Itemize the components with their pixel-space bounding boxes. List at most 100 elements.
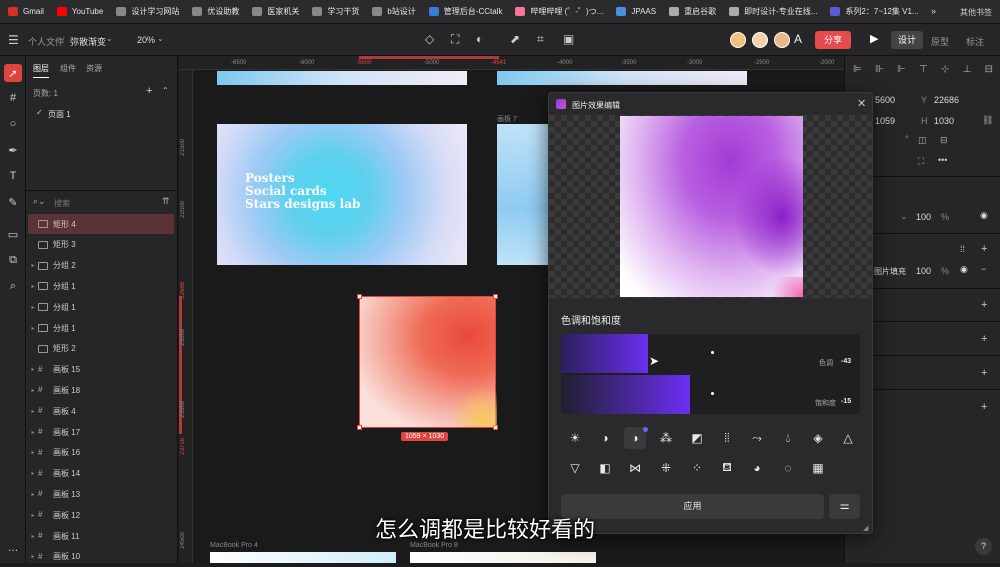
more-options-icon[interactable]: ••• [938, 155, 947, 165]
expand-icon[interactable]: ▸ [28, 449, 38, 456]
align-middle-icon[interactable]: ⊹ [941, 64, 949, 75]
align-center-icon[interactable]: ⊪ [875, 64, 884, 75]
pencil-tool-icon[interactable]: ✎ [4, 193, 22, 211]
component-icon[interactable]: ◇ [425, 32, 434, 46]
flip-h-icon[interactable]: ◫ [918, 135, 927, 146]
visibility-icon[interactable]: ◉ [980, 210, 988, 221]
share-button[interactable]: 分享 [815, 31, 851, 49]
color-mix-icon[interactable]: ⁂ [655, 427, 677, 449]
collapse-all-icon[interactable]: ⇈ [162, 196, 170, 207]
artboard-label[interactable]: MacBook Pro 4 [210, 542, 258, 549]
saturation-handle[interactable] [711, 392, 714, 395]
page-item[interactable]: 页面 1 [48, 109, 71, 120]
expand-icon[interactable]: ▸ [28, 325, 38, 332]
bookmark-item[interactable]: 学习干货 [312, 6, 359, 17]
hue-slider-fill[interactable] [561, 334, 648, 373]
align-bottom-icon[interactable]: ⊥ [963, 64, 972, 75]
align-right-icon[interactable]: ⊩ [897, 64, 906, 75]
poster-artboard[interactable]: Posters Social cards Stars designs lab [217, 124, 467, 265]
opacity-chevron-icon[interactable]: ⌄ [900, 211, 908, 222]
saturation-slider-fill[interactable] [561, 375, 690, 414]
tab-prototype[interactable]: 原型 [931, 35, 949, 48]
h-value[interactable]: 1030 [934, 116, 954, 126]
exposure-icon[interactable]: ◩ [686, 427, 708, 449]
zoom-level[interactable]: 20% [137, 35, 155, 45]
menu-icon[interactable]: ☰ [8, 33, 19, 47]
add-page-icon[interactable]: + [146, 85, 152, 97]
bookmark-item[interactable]: 设计学习网站 [116, 6, 179, 17]
resize-grip-icon[interactable]: ◢ [863, 524, 868, 532]
invert-triangle-icon[interactable]: ▽ [564, 457, 586, 479]
bookmark-item[interactable]: 医家机关 [252, 6, 299, 17]
settings-sliders-icon[interactable]: ⚌ [829, 494, 860, 519]
align-left-icon[interactable]: ⊫ [853, 64, 862, 75]
more-icon[interactable]: … [4, 539, 22, 557]
layer-item[interactable]: ▸ # 画板 17 [28, 422, 174, 442]
rotation-icon[interactable]: ° [905, 134, 909, 144]
add-effect-icon[interactable]: + [981, 333, 987, 345]
lines-icon[interactable]: ⦙⦙ [716, 427, 738, 449]
image-icon[interactable]: ▣ [563, 32, 574, 46]
bookmark-item[interactable]: Gmail [8, 7, 44, 16]
threshold-icon[interactable]: ◧ [594, 457, 616, 479]
bookmark-item[interactable]: JPAAS [616, 7, 656, 16]
hue-handle[interactable] [711, 351, 714, 354]
apply-button[interactable]: 应用 [561, 494, 824, 519]
expand-icon[interactable]: ▸ [28, 470, 38, 477]
drop-icon[interactable]: 💧︎ [777, 427, 799, 449]
expand-icon[interactable]: ▸ [28, 512, 38, 519]
layer-item[interactable]: ▸ # 画板 12 [28, 505, 174, 525]
mosaic-icon[interactable]: ▦ [807, 457, 829, 479]
layer-item[interactable]: 矩形 4 [28, 214, 174, 234]
layer-item[interactable]: ▸ # 画板 16 [28, 443, 174, 463]
breadcrumb-root[interactable]: 个人文件 [28, 35, 64, 48]
tab-assets[interactable]: 资源 [86, 63, 102, 74]
add-icon[interactable]: + [981, 401, 987, 413]
x-value[interactable]: 5600 [875, 95, 895, 105]
fill-visibility-icon[interactable]: ◉ [960, 264, 968, 275]
artboard-mac4[interactable] [210, 552, 396, 563]
fill-opacity[interactable]: 100 [916, 266, 931, 276]
layer-item[interactable]: ▸ # 画板 10 [28, 547, 174, 567]
bookmark-item[interactable]: 系列2：7~12集 V1... [830, 6, 919, 17]
bookmark-item[interactable]: 即时设计-专业在线... [729, 6, 817, 17]
tab-annotate[interactable]: 标注 [966, 35, 984, 48]
layer-item[interactable]: ▸ 分组 2 [28, 256, 174, 276]
add-fill-icon[interactable]: + [981, 243, 987, 255]
distribute-icon[interactable]: ⊟ [985, 64, 993, 75]
layer-item[interactable]: ▸ # 画板 15 [28, 360, 174, 380]
noise-icon[interactable]: ⁜ [655, 457, 677, 479]
y-value[interactable]: 22686 [934, 95, 959, 105]
expand-icon[interactable]: ▸ [28, 553, 38, 560]
avatar[interactable] [752, 32, 768, 48]
contrast-icon[interactable]: ◑ [594, 427, 616, 449]
artboard-7[interactable] [497, 124, 549, 265]
remove-fill-icon[interactable]: − [981, 264, 986, 274]
avatar[interactable] [730, 32, 746, 48]
layer-item[interactable]: ▸ # 画板 13 [28, 484, 174, 504]
selected-rectangle[interactable] [357, 294, 498, 430]
layer-search-input[interactable]: 搜索 [54, 198, 70, 209]
layer-item[interactable]: ▸ 分组 1 [28, 297, 174, 317]
layer-item[interactable]: ▸ # 画板 11 [28, 526, 174, 546]
expand-icon[interactable]: ▸ [28, 429, 38, 436]
triangle-icon[interactable]: △ [837, 427, 859, 449]
mirror-icon[interactable]: ⋈ [624, 457, 646, 479]
layer-item[interactable]: 矩形 2 [28, 339, 174, 359]
layer-item[interactable]: ▸ 分组 1 [28, 276, 174, 296]
artboard-label[interactable]: 画板 7 [497, 114, 517, 124]
opacity-value[interactable]: 100 [916, 212, 931, 222]
blur-icon[interactable]: ◌ [777, 457, 799, 479]
expand-icon[interactable]: ▸ [28, 262, 38, 269]
text-tool-icon[interactable]: T [4, 167, 22, 185]
expand-icon[interactable]: ▸ [28, 304, 38, 311]
mask-icon[interactable]: ◐ [476, 32, 483, 46]
expand-icon[interactable]: ▸ [28, 491, 38, 498]
paint-bucket-icon[interactable]: ⛾ [716, 457, 738, 479]
bookmarks-more-icon[interactable]: » [931, 6, 936, 16]
curves-icon[interactable]: ⤳ [746, 427, 768, 449]
search-tool-icon[interactable]: ⌕ [4, 277, 22, 295]
bookmark-item[interactable]: 重启谷歌 [669, 6, 716, 17]
pen-tool-icon[interactable]: ✒ [4, 141, 22, 159]
fill-type[interactable]: 图片填充 [874, 266, 906, 277]
